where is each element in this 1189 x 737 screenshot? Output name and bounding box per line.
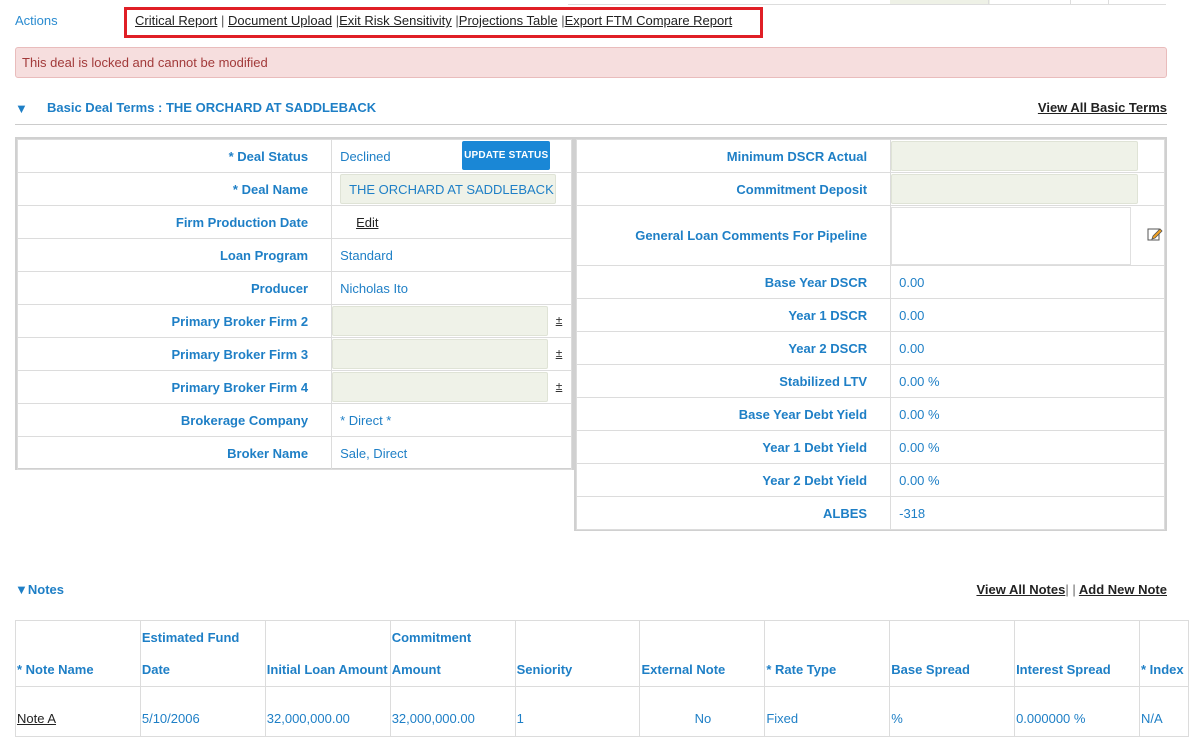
deal-terms-left-panel: * Deal Status Declined UPDATE STATUS * D… (15, 137, 574, 470)
firm-production-date-label: Firm Production Date (16, 205, 333, 239)
general-loan-comments-label: General Loan Comments For Pipeline (575, 205, 892, 266)
add-new-note-link[interactable]: Add New Note (1079, 582, 1167, 597)
brokerage-company-value: * Direct * (331, 403, 572, 437)
general-loan-comments-textarea[interactable] (891, 206, 1132, 265)
loan-program-value: Standard (331, 238, 572, 272)
commitment-deposit-field[interactable] (891, 174, 1139, 204)
primary-broker-firm-3-toggle[interactable]: ± (556, 346, 563, 360)
previous-table-remnant (568, 0, 1166, 5)
deal-status-label: * Deal Status (16, 139, 333, 173)
link-separator: | (220, 13, 225, 28)
deal-name-label: * Deal Name (16, 172, 333, 206)
col-base-spread[interactable]: Base Spread (889, 620, 1016, 687)
brokerage-company-label: Brokerage Company (16, 403, 333, 437)
year-1-dscr-value: 0.00 (890, 298, 1165, 332)
basic-deal-terms-title: Basic Deal Terms : THE ORCHARD AT SADDLE… (47, 100, 377, 115)
view-all-basic-terms-link[interactable]: View All Basic Terms (1038, 100, 1167, 115)
deal-locked-alert: This deal is locked and cannot be modifi… (15, 47, 1167, 78)
actions-links-box: Critical Report | Document Upload |Exit … (124, 7, 763, 38)
primary-broker-firm-3-label: Primary Broker Firm 3 (16, 337, 333, 371)
export-ftm-compare-report-link[interactable]: Export FTM Compare Report (565, 13, 733, 28)
edit-comments-icon[interactable] (1147, 226, 1163, 245)
notes-title[interactable]: ▼Notes (15, 582, 64, 597)
primary-broker-firm-3-field[interactable] (332, 339, 549, 369)
note-name-link[interactable]: Note A (17, 711, 56, 726)
primary-broker-firm-4-toggle[interactable]: ± (556, 379, 563, 393)
primary-broker-firm-2-label: Primary Broker Firm 2 (16, 304, 333, 338)
loan-program-label: Loan Program (16, 238, 333, 272)
broker-name-value: Sale, Direct (331, 436, 572, 470)
seniority-cell: 1 (514, 686, 641, 737)
notes-header: ▼Notes View All Notes| | Add New Note (15, 581, 1167, 601)
col-external-note[interactable]: External Note (639, 620, 766, 687)
deal-name-field[interactable]: THE ORCHARD AT SADDLEBACK (340, 174, 557, 204)
producer-value: Nicholas Ito (331, 271, 572, 305)
albes-label: ALBES (575, 496, 892, 530)
primary-broker-firm-4-field[interactable] (332, 372, 549, 402)
link-separator: | (1065, 582, 1069, 597)
stabilized-ltv-value: 0.00 % (890, 364, 1165, 398)
table-row: Note A 5/10/2006 32,000,000.00 32,000,00… (15, 686, 1189, 737)
rate-type-cell: Fixed (764, 686, 891, 737)
commitment-deposit-label: Commitment Deposit (575, 172, 892, 206)
col-initial-loan-amount[interactable]: Initial Loan Amount (264, 620, 391, 687)
view-all-notes-link[interactable]: View All Notes (976, 582, 1065, 597)
primary-broker-firm-2-field[interactable] (332, 306, 549, 336)
col-estimated-fund-date[interactable]: Estimated Fund Date (139, 620, 266, 687)
external-note-cell: No (639, 686, 766, 737)
base-year-debt-yield-label: Base Year Debt Yield (575, 397, 892, 431)
base-year-dscr-label: Base Year DSCR (575, 265, 892, 299)
index-cell: N/A (1138, 686, 1189, 737)
critical-report-link[interactable]: Critical Report (135, 13, 217, 28)
deal-status-value: Declined (340, 148, 391, 164)
initial-loan-amount-cell: 32,000,000.00 (264, 686, 391, 737)
producer-label: Producer (16, 271, 333, 305)
notes-links: View All Notes| | Add New Note (976, 582, 1167, 597)
link-separator: | (1072, 582, 1076, 597)
col-commitment-amount[interactable]: Commitment Amount (389, 620, 516, 687)
estimated-fund-date-cell: 5/10/2006 (139, 686, 266, 737)
document-upload-link[interactable]: Document Upload (228, 13, 332, 28)
notes-table: * Note Name Estimated Fund Date Initial L… (15, 620, 1189, 737)
primary-broker-firm-4-label: Primary Broker Firm 4 (16, 370, 333, 404)
year-1-debt-yield-value: 0.00 % (890, 430, 1165, 464)
year-2-dscr-value: 0.00 (890, 331, 1165, 365)
col-note-name[interactable]: * Note Name (15, 620, 141, 687)
firm-production-date-edit-link[interactable]: Edit (356, 215, 378, 230)
year-2-debt-yield-label: Year 2 Debt Yield (575, 463, 892, 497)
base-year-debt-yield-value: 0.00 % (890, 397, 1165, 431)
minimum-dscr-actual-label: Minimum DSCR Actual (575, 139, 892, 173)
actions-label: Actions (15, 13, 58, 28)
col-seniority[interactable]: Seniority (514, 620, 641, 687)
projections-table-link[interactable]: Projections Table (459, 13, 558, 28)
year-1-debt-yield-label: Year 1 Debt Yield (575, 430, 892, 464)
year-2-debt-yield-value: 0.00 % (890, 463, 1165, 497)
col-interest-spread[interactable]: Interest Spread (1014, 620, 1140, 687)
albes-value: -318 (890, 496, 1165, 530)
update-status-button[interactable]: UPDATE STATUS (462, 141, 551, 170)
collapse-toggle-icon[interactable]: ▼ (15, 101, 28, 116)
year-2-dscr-label: Year 2 DSCR (575, 331, 892, 365)
commitment-amount-cell: 32,000,000.00 (389, 686, 516, 737)
col-rate-type[interactable]: * Rate Type (764, 620, 891, 687)
base-spread-cell: % (889, 686, 1016, 737)
base-year-dscr-value: 0.00 (890, 265, 1165, 299)
year-1-dscr-label: Year 1 DSCR (575, 298, 892, 332)
minimum-dscr-actual-field[interactable] (891, 141, 1139, 171)
notes-header-row: * Note Name Estimated Fund Date Initial L… (15, 620, 1189, 687)
stabilized-ltv-label: Stabilized LTV (575, 364, 892, 398)
col-index[interactable]: * Index (1138, 620, 1189, 687)
broker-name-label: Broker Name (16, 436, 333, 470)
exit-risk-sensitivity-link[interactable]: Exit Risk Sensitivity (339, 13, 452, 28)
interest-spread-cell: 0.000000 % (1014, 686, 1140, 737)
primary-broker-firm-2-toggle[interactable]: ± (556, 313, 563, 327)
basic-deal-terms-header: ▼ Basic Deal Terms : THE ORCHARD AT SADD… (15, 99, 1167, 125)
deal-terms-right-panel: Minimum DSCR Actual Commitment Deposit G… (574, 137, 1167, 531)
